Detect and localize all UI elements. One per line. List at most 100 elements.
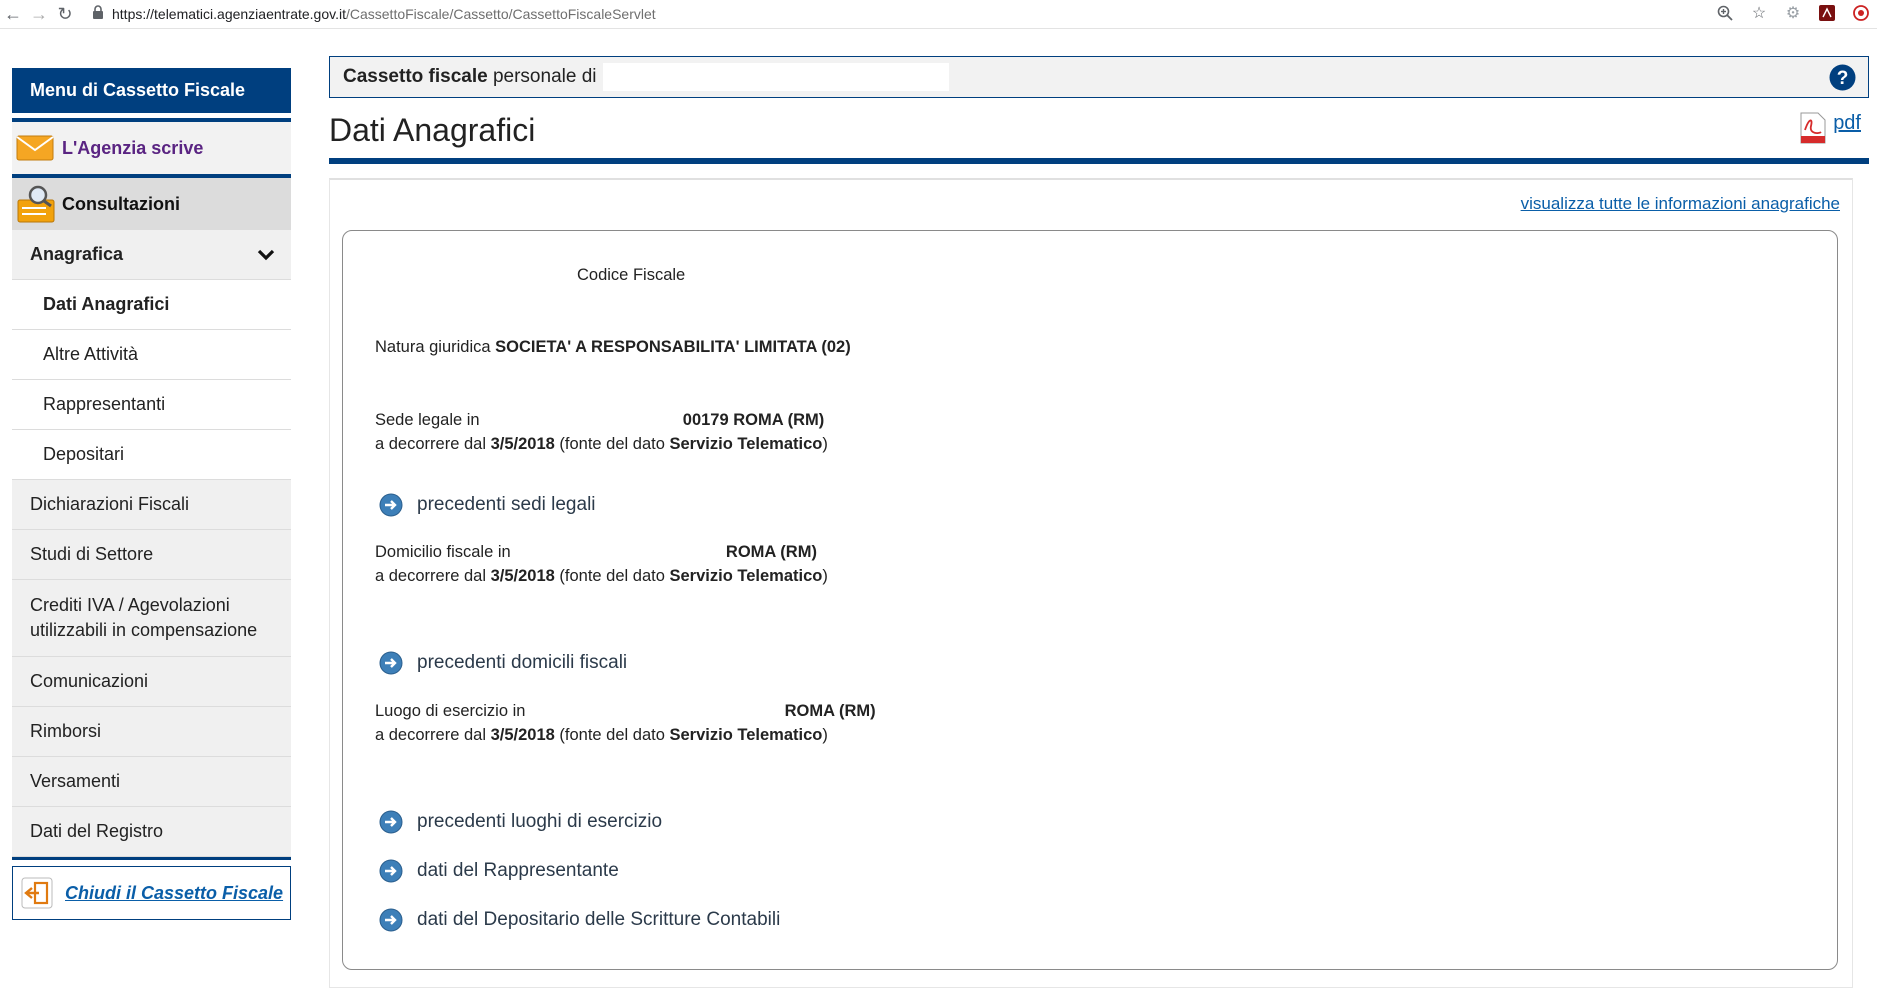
domicilio-value: ROMA (RM) (725, 543, 817, 561)
sede-legale-block: Sede legale in 00179 ROMA (RM) a decorre… (375, 408, 828, 456)
pdf-extension-icon[interactable] (1817, 2, 1837, 24)
codice-fiscale-label: Codice Fiscale (577, 266, 686, 284)
back-icon[interactable]: ← (0, 1, 26, 27)
sidebar: Menu di Cassetto Fiscale L'Agenzia scriv… (12, 68, 291, 920)
sidebar-header: Menu di Cassetto Fiscale (12, 68, 291, 118)
cassetto-owner-label: personale di (492, 66, 597, 87)
sidebar-item-crediti-iva[interactable]: Crediti IVA / Agevolazioni utilizzabili … (12, 580, 291, 657)
chiudi-label: Chiudi il Cassetto Fiscale (65, 882, 284, 903)
sidebar-item-altre-attivita[interactable]: Altre Attività (12, 330, 291, 380)
sidebar-group-anagrafica[interactable]: Anagrafica (12, 230, 291, 280)
sidebar-item-agenzia-scrive[interactable]: L'Agenzia scrive (12, 122, 291, 174)
redacted-address (515, 543, 722, 562)
luogo-value: ROMA (RM) (784, 702, 876, 720)
fonte-label: (fonte del dato (559, 435, 665, 453)
browser-toolbar: ← → ↻ https://telematici.agenziaentrate.… (0, 0, 1877, 29)
link-precedenti-domicili[interactable]: precedenti domicili fiscali (379, 651, 627, 675)
domicilio-fiscale-block: Domicilio fiscale in ROMA (RM) a decorre… (375, 540, 828, 588)
natura-value: SOCIETA' A RESPONSABILITA' LIMITATA (02) (495, 338, 851, 356)
natura-label: Natura giuridica (375, 338, 491, 356)
chiudi-cassetto-button[interactable]: Chiudi il Cassetto Fiscale (12, 866, 291, 920)
sidebar-item-rimborsi[interactable]: Rimborsi (12, 707, 291, 757)
forward-icon[interactable]: → (26, 1, 52, 27)
divider (12, 857, 291, 860)
fonte-close: ) (822, 726, 828, 744)
exit-icon (21, 877, 53, 909)
decorre-label: a decorrere dal (375, 567, 486, 585)
sidebar-item-label: Consultazioni (62, 193, 180, 214)
link-label: dati del Depositario delle Scritture Con… (417, 909, 781, 930)
page-title: Dati Anagrafici (329, 112, 536, 148)
natura-giuridica-row: Natura giuridica SOCIETA' A RESPONSABILI… (375, 335, 851, 359)
fonte-value: Servizio Telematico (669, 567, 823, 585)
lock-icon (92, 4, 104, 24)
link-label: precedenti sedi legali (417, 494, 596, 515)
decorre-date: 3/5/2018 (490, 567, 555, 585)
fonte-close: ) (822, 435, 828, 453)
pdf-icon (1800, 112, 1826, 144)
url-host: https://telematici.agenziaentrate.gov.it (112, 6, 346, 22)
fonte-value: Servizio Telematico (669, 726, 823, 744)
arrow-right-icon (379, 859, 403, 883)
pdf-label: pdf (1833, 112, 1861, 134)
all-info-link[interactable]: visualizza tutte le informazioni anagraf… (1521, 194, 1840, 214)
decorre-date: 3/5/2018 (490, 435, 555, 453)
sidebar-item-rappresentanti[interactable]: Rappresentanti (12, 380, 291, 430)
sidebar-item-studi-settore[interactable]: Studi di Settore (12, 530, 291, 580)
reload-icon[interactable]: ↻ (52, 1, 78, 27)
arrow-right-icon (379, 493, 403, 517)
sidebar-item-dichiarazioni[interactable]: Dichiarazioni Fiscali (12, 480, 291, 530)
anagrafica-panel: visualizza tutte le informazioni anagraf… (329, 178, 1853, 988)
main-content: Cassetto fiscale personale di ? Dati Ana… (329, 56, 1869, 988)
star-icon[interactable]: ☆ (1749, 2, 1769, 24)
fonte-label: (fonte del dato (559, 567, 665, 585)
luogo-esercizio-block: Luogo di esercizio in ROMA (RM) a decorr… (375, 699, 876, 747)
redacted-name (602, 63, 949, 91)
link-rappresentante[interactable]: dati del Rappresentante (379, 859, 619, 883)
sidebar-item-dati-registro[interactable]: Dati del Registro (12, 807, 291, 857)
sidebar-item-label: L'Agenzia scrive (62, 137, 204, 158)
envelope-icon (16, 135, 54, 161)
decorre-label: a decorrere dal (375, 435, 486, 453)
redacted-address (530, 702, 781, 721)
sidebar-item-comunicazioni[interactable]: Comunicazioni (12, 657, 291, 707)
sidebar-item-label: Anagrafica (30, 244, 124, 264)
extension-gear-icon[interactable]: ⚙ (1783, 2, 1803, 24)
svg-text:?: ? (1837, 68, 1849, 89)
cassetto-header: Cassetto fiscale personale di ? (329, 56, 1869, 98)
sidebar-item-depositari[interactable]: Depositari (12, 430, 291, 480)
magnifier-folder-icon (17, 185, 55, 223)
luogo-label: Luogo di esercizio in (375, 702, 526, 720)
link-precedenti-luoghi[interactable]: precedenti luoghi di esercizio (379, 810, 662, 834)
link-precedenti-sedi[interactable]: precedenti sedi legali (379, 493, 596, 517)
sidebar-item-consultazioni[interactable]: Consultazioni (12, 178, 291, 230)
link-label: precedenti domicili fiscali (417, 652, 628, 673)
address-bar[interactable]: https://telematici.agenziaentrate.gov.it… (112, 6, 656, 22)
sidebar-item-versamenti[interactable]: Versamenti (12, 757, 291, 807)
fonte-label: (fonte del dato (559, 726, 665, 744)
page-title-row: Dati Anagrafici pdf (329, 98, 1869, 164)
fonte-close: ) (822, 567, 828, 585)
help-icon[interactable]: ? (1829, 64, 1856, 91)
sidebar-item-dati-anagrafici[interactable]: Dati Anagrafici (12, 280, 291, 330)
cassetto-title: Cassetto fiscale (343, 66, 488, 87)
decorre-label: a decorrere dal (375, 726, 486, 744)
link-depositario[interactable]: dati del Depositario delle Scritture Con… (379, 908, 780, 932)
sede-value: 00179 ROMA (RM) (682, 411, 825, 429)
zoom-icon[interactable] (1715, 2, 1735, 24)
url-path: /CassettoFiscale/Cassetto/CassettoFiscal… (345, 6, 656, 22)
fonte-value: Servizio Telematico (669, 435, 823, 453)
sede-label: Sede legale in (375, 411, 480, 429)
redacted-address (484, 411, 679, 430)
decorre-date: 3/5/2018 (490, 726, 555, 744)
extension-icon[interactable] (1851, 2, 1871, 24)
anagrafica-card: Codice Fiscale Natura giuridica SOCIETA'… (342, 230, 1838, 970)
link-label: dati del Rappresentante (417, 860, 619, 881)
arrow-right-icon (379, 908, 403, 932)
link-label: precedenti luoghi di esercizio (417, 811, 663, 832)
domicilio-label: Domicilio fiscale in (375, 543, 511, 561)
pdf-link[interactable]: pdf (1799, 112, 1861, 144)
chevron-down-icon (257, 249, 275, 260)
arrow-right-icon (379, 651, 403, 675)
arrow-right-icon (379, 810, 403, 834)
